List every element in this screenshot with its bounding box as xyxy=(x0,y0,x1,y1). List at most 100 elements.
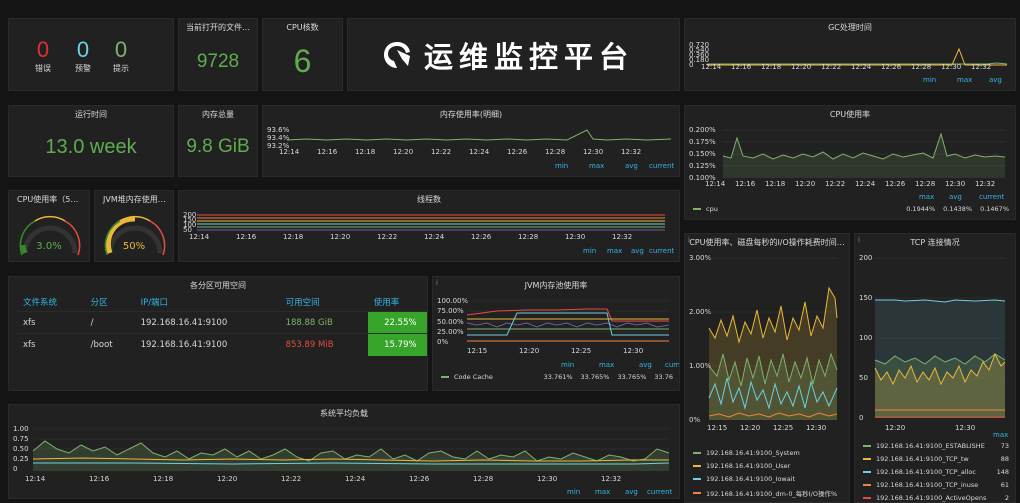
legend-min[interactable]: min xyxy=(583,247,596,255)
legend-max[interactable]: max xyxy=(599,361,614,369)
tcp-panel[interactable]: i TCP 连接情况 200 150 100 50 0 12:20 12:30 … xyxy=(854,233,1016,503)
x-tick: 12:14 xyxy=(189,233,210,241)
x-tick: 12:24 xyxy=(851,63,872,71)
x-tick: 12:30 xyxy=(945,180,966,188)
legend-current[interactable]: current xyxy=(649,162,674,170)
io-chart xyxy=(708,257,838,420)
legend-avg[interactable]: avg xyxy=(639,361,652,369)
legend-row[interactable]: 192.168.16.41:9100_dm-0_每秒I/O操作% xyxy=(693,488,843,498)
jvm-pool-panel[interactable]: i JVM内存池使用率 100.00% 75.00% 50.00% 25.00%… xyxy=(432,276,680,391)
x-tick: 12:16 xyxy=(731,63,752,71)
y-tick: 150 xyxy=(859,294,873,302)
legend-min[interactable]: min xyxy=(567,488,580,496)
legend-avg[interactable]: avg xyxy=(625,488,638,496)
legend-row-cpu[interactable]: cpu 0.1944% 0.1438% 0.1467% xyxy=(693,205,1009,213)
x-tick: 12:32 xyxy=(612,233,633,241)
legend-row[interactable]: 192.168.16.41:9100_User xyxy=(693,462,843,470)
series-name: 192.168.16.41:9100_System xyxy=(706,449,800,457)
legend-row[interactable]: 192.168.16.41:9100_Iowait xyxy=(693,475,843,483)
table-header: 文件系统 分区 IP/端口 可用空间 使用率 xyxy=(17,293,427,312)
io-panel[interactable]: i CPU使用率、磁盘每秒的I/O操作耗费时间… 3.00% 2.00% 1.0… xyxy=(684,233,850,503)
jvm-pool-xticks: 12:15 12:20 12:25 12:30 xyxy=(467,347,677,357)
series-swatch xyxy=(693,208,701,210)
legend-min[interactable]: min xyxy=(923,76,936,84)
legend-current[interactable]: current xyxy=(979,193,1004,201)
disk-panel[interactable]: 各分区可用空间 文件系统 分区 IP/端口 可用空间 使用率 xfs / 192… xyxy=(8,276,428,391)
threads-panel[interactable]: 线程数 200 150 100 50 12:14 12:16 12:18 12:… xyxy=(178,190,680,262)
panel-title: 当前打开的文件… xyxy=(186,23,250,32)
mem-usage-panel[interactable]: 内存使用率(明细) 93.6% 93.4% 93.2% 12:14 12:16 … xyxy=(262,105,680,177)
alert-warning-value: 0 xyxy=(76,37,90,62)
legend-current[interactable]: current xyxy=(647,488,672,496)
legend-max[interactable]: max xyxy=(919,193,934,201)
x-tick: 12:30 xyxy=(941,63,962,71)
column-header[interactable]: 使用率 xyxy=(368,293,427,312)
x-tick: 12:16 xyxy=(735,180,756,188)
cpu-cores-value: 6 xyxy=(293,43,312,79)
mem-total-panel[interactable]: 内存总量 9.8 GiB xyxy=(178,105,258,177)
legend-avg[interactable]: avg xyxy=(989,76,1002,84)
open-files-panel[interactable]: 当前打开的文件… 9728 xyxy=(178,18,258,91)
legend-avg[interactable]: avg xyxy=(625,162,638,170)
column-header[interactable]: 文件系统 xyxy=(17,293,85,312)
cpu-usage-panel[interactable]: CPU使用率 0.200% 0.175% 0.150% 0.125% 0.100… xyxy=(684,105,1016,220)
uptime-panel[interactable]: 运行时间 13.0 week xyxy=(8,105,174,177)
legend-max[interactable]: max xyxy=(993,431,1008,439)
column-header[interactable]: 可用空间 xyxy=(280,293,368,312)
table-row: xfs /boot 192.168.16.41:9100 853.89 MiB … xyxy=(17,333,427,356)
legend-min[interactable]: min xyxy=(561,361,574,369)
y-tick: 0.25 xyxy=(13,455,29,463)
legend-row[interactable]: 192.168.16.41:9100_System xyxy=(693,449,843,457)
column-header[interactable]: IP/端口 xyxy=(135,293,280,312)
jvm-gauge-panel[interactable]: JVM堆内存使用… 50% xyxy=(94,190,174,262)
x-tick: 12:26 xyxy=(881,63,902,71)
cpu-cores-panel[interactable]: CPU核数 6 xyxy=(262,18,343,91)
series-avg: 33.765% xyxy=(617,373,647,381)
legend-max[interactable]: max xyxy=(589,162,604,170)
x-tick: 12:20 xyxy=(740,424,761,432)
cell-fs: xfs xyxy=(17,311,85,334)
series-swatch xyxy=(863,471,871,473)
cpu-gauge-panel[interactable]: CPU使用率（5… 3.0% xyxy=(8,190,90,262)
series-name: cpu xyxy=(706,205,718,213)
legend-row[interactable]: 192.168.16.41:9100_ESTABLISHE 73 xyxy=(863,442,1009,450)
x-tick: 12:16 xyxy=(236,233,257,241)
legend-row[interactable]: 192.168.16.41:9100_TCP_alloc 148 xyxy=(863,468,1009,476)
legend-row[interactable]: 192.168.16.41:9100_TCP_tw 88 xyxy=(863,455,1009,463)
banner-panel: 运维监控平台 xyxy=(347,18,680,91)
legend-row[interactable]: Code Cache 33.761% 33.765% 33.765% 33.76 xyxy=(441,373,673,381)
series-max: 33.765% xyxy=(580,373,610,381)
series-max: 0.1944% xyxy=(906,205,936,213)
column-header[interactable]: 分区 xyxy=(85,293,135,312)
legend-max[interactable]: max xyxy=(607,247,622,255)
alert-info[interactable]: 0 提示 xyxy=(109,37,133,74)
load-chart xyxy=(32,428,670,471)
table-row: xfs / 192.168.16.41:9100 188.88 GiB 22.5… xyxy=(17,311,427,334)
gc-panel[interactable]: GC处理时间 0.720 0.540 0.360 0.180 0 12:14 1… xyxy=(684,18,1016,91)
legend-row[interactable]: 192.168.16.41:9100_TCP_inuse 61 xyxy=(863,481,1009,489)
x-tick: 12:32 xyxy=(621,148,642,156)
legend-avg[interactable]: avg xyxy=(631,247,644,255)
y-tick: 0% xyxy=(437,338,449,346)
load-panel[interactable]: 系统平均负载 1.00 0.75 0.50 0.25 0 12:14 12:16… xyxy=(8,404,680,499)
legend-max[interactable]: max xyxy=(957,76,972,84)
series-swatch xyxy=(693,465,701,467)
x-tick: 12:30 xyxy=(623,347,644,355)
series-name: Code Cache xyxy=(454,373,493,381)
legend-current[interactable]: cum xyxy=(665,361,679,369)
legend-current[interactable]: current xyxy=(649,247,674,255)
legend-avg[interactable]: avg xyxy=(949,193,962,201)
legend-max[interactable]: max xyxy=(595,488,610,496)
panel-title: 内存使用率(明细) xyxy=(439,110,503,119)
y-tick: 0.75 xyxy=(13,435,29,443)
alert-warning[interactable]: 0 预警 xyxy=(71,37,95,74)
series-name: 192.168.16.41:9100_ActiveOpens xyxy=(876,494,987,502)
x-tick: 12:25 xyxy=(773,424,794,432)
legend-min[interactable]: min xyxy=(555,162,568,170)
alert-error[interactable]: 0 错误 xyxy=(31,37,55,74)
series-avg: 0.1438% xyxy=(943,205,973,213)
series-name: 192.168.16.41:9100_ESTABLISHE xyxy=(876,442,985,450)
x-tick: 12:14 xyxy=(279,148,300,156)
series-swatch xyxy=(693,492,701,494)
legend-row[interactable]: 192.168.16.41:9100_ActiveOpens 2 xyxy=(863,494,1009,502)
